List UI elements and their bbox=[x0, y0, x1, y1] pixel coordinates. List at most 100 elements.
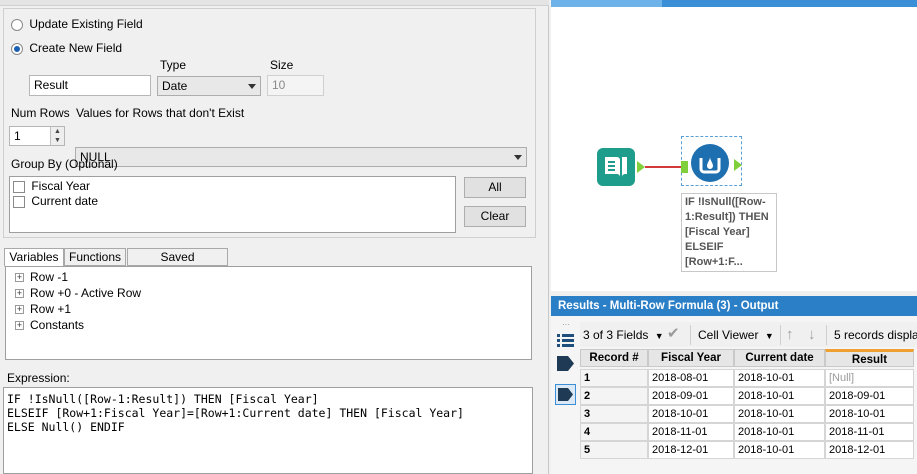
tab-functions[interactable]: Functions bbox=[64, 248, 126, 266]
output-anchor-icon[interactable] bbox=[637, 161, 645, 173]
input-anchor-view-icon[interactable] bbox=[557, 356, 574, 371]
stepper-down-icon[interactable]: ▼ bbox=[51, 136, 64, 145]
output-anchor-icon bbox=[558, 388, 573, 401]
stepper-up-icon[interactable]: ▲ bbox=[51, 127, 64, 136]
table-cell[interactable]: 1 bbox=[580, 369, 648, 387]
type-label: Type bbox=[160, 58, 187, 72]
group-by-item-label: Current date bbox=[31, 194, 99, 208]
table-cell[interactable]: 2018-09-01 bbox=[648, 387, 734, 405]
create-new-radio-row[interactable]: Create New Field bbox=[11, 41, 122, 55]
nonexist-values-select[interactable]: NULL bbox=[75, 147, 527, 167]
num-rows-value: 1 bbox=[14, 129, 21, 143]
current-date-checkbox[interactable] bbox=[13, 195, 25, 208]
table-cell-null[interactable]: [Null] bbox=[825, 369, 914, 387]
clear-button[interactable]: Clear bbox=[464, 206, 526, 227]
sort-up-icon[interactable]: ↑ bbox=[786, 326, 798, 344]
group-by-item-label: Fiscal Year bbox=[31, 179, 91, 193]
apply-check-icon[interactable]: ✔ bbox=[667, 326, 685, 342]
expression-line: ELSE Null() ENDIF bbox=[7, 420, 125, 434]
table-cell[interactable]: 2018-10-01 bbox=[734, 441, 825, 459]
tree-item-constants[interactable]: Constants bbox=[15, 317, 84, 333]
tree-item-label: Row +0 - Active Row bbox=[30, 286, 142, 300]
table-cell[interactable]: 2018-10-01 bbox=[734, 423, 825, 441]
table-cell[interactable]: 2018-08-01 bbox=[648, 369, 734, 387]
tool-annotation: IF !IsNull([Row- 1:Result]) THEN [Fiscal… bbox=[681, 193, 777, 272]
field-type-select[interactable]: Date bbox=[157, 76, 261, 96]
update-existing-radio[interactable] bbox=[11, 18, 23, 31]
list-glyph bbox=[557, 334, 574, 347]
canvas-active-tab[interactable] bbox=[551, 0, 662, 7]
tree-item-label: Row -1 bbox=[30, 270, 69, 284]
group-by-item-current-date[interactable]: Current date bbox=[13, 194, 98, 208]
table-cell[interactable]: 2018-10-01 bbox=[734, 369, 825, 387]
expression-editor[interactable]: IF !IsNull([Row-1:Result]) THEN [Fiscal … bbox=[3, 387, 533, 474]
expand-icon[interactable] bbox=[15, 305, 24, 315]
stepper-buttons[interactable]: ▲ ▼ bbox=[50, 127, 64, 145]
update-existing-label: Update Existing Field bbox=[29, 17, 143, 31]
annotation-line: ELSEIF bbox=[685, 241, 724, 253]
column-header-current-date[interactable]: Current date bbox=[734, 349, 825, 367]
table-cell[interactable]: 2018-12-01 bbox=[825, 441, 914, 459]
fiscal-year-checkbox[interactable] bbox=[13, 180, 25, 193]
config-title-strip bbox=[0, 0, 549, 6]
table-cell[interactable]: 2018-10-01 bbox=[734, 387, 825, 405]
variables-tree: Row -1 Row +0 - Active Row Row +1 Consta… bbox=[5, 266, 532, 360]
multi-row-formula-tool[interactable] bbox=[690, 143, 730, 183]
tab-saved-expressions[interactable]: Saved Expressions bbox=[127, 248, 228, 280]
table-cell[interactable]: 2018-10-01 bbox=[734, 405, 825, 423]
table-cell[interactable]: 2 bbox=[580, 387, 648, 405]
chevron-down-icon bbox=[514, 155, 522, 160]
table-cell[interactable]: 2018-10-01 bbox=[648, 405, 734, 423]
update-existing-radio-row[interactable]: Update Existing Field bbox=[11, 17, 143, 31]
new-field-name-input[interactable]: Result bbox=[29, 75, 151, 96]
table-cell[interactable]: 2018-10-01 bbox=[825, 405, 914, 423]
fields-selector[interactable]: 3 of 3 Fields ▼ bbox=[583, 328, 664, 342]
cell-viewer-selector[interactable]: Cell Viewer ▼ bbox=[698, 328, 774, 342]
output-anchor-icon[interactable] bbox=[734, 159, 742, 171]
records-count-label: 5 records displa bbox=[834, 328, 917, 342]
num-rows-stepper[interactable]: 1 ▲ ▼ bbox=[9, 126, 65, 146]
chevron-down-icon: ▼ bbox=[764, 331, 774, 341]
table-cell[interactable]: 2018-12-01 bbox=[648, 441, 734, 459]
table-cell[interactable]: 3 bbox=[580, 405, 648, 423]
tree-item-label: Constants bbox=[30, 318, 85, 332]
column-header-result[interactable]: Result bbox=[825, 349, 914, 367]
connection-line[interactable] bbox=[645, 166, 685, 168]
results-window-title: Results - Multi-Row Formula (3) - Output bbox=[551, 296, 917, 316]
column-header-fiscal-year[interactable]: Fiscal Year bbox=[648, 349, 734, 367]
sort-down-icon[interactable]: ↓ bbox=[808, 326, 820, 344]
fields-selector-label: 3 of 3 Fields bbox=[583, 328, 649, 342]
book-icon bbox=[597, 148, 635, 186]
table-cell[interactable]: 4 bbox=[580, 423, 648, 441]
annotation-line: 1:Result]) THEN bbox=[685, 211, 769, 223]
drag-handle-icon[interactable]: ⋯ bbox=[562, 321, 572, 329]
expand-icon[interactable] bbox=[15, 321, 24, 331]
table-cell[interactable]: 2018-11-01 bbox=[825, 423, 914, 441]
field-size-input[interactable]: 10 bbox=[267, 75, 324, 96]
table-cell[interactable]: 2018-09-01 bbox=[825, 387, 914, 405]
cell-viewer-label: Cell Viewer bbox=[698, 328, 759, 342]
list-view-icon[interactable] bbox=[557, 333, 574, 349]
create-new-radio[interactable] bbox=[11, 42, 23, 55]
tree-item-row-plus-1[interactable]: Row +1 bbox=[15, 301, 71, 317]
num-rows-label: Num Rows bbox=[11, 106, 70, 120]
tab-variables[interactable]: Variables bbox=[4, 248, 64, 267]
annotation-line: [Row+1:F... bbox=[685, 256, 743, 268]
table-cell[interactable]: 5 bbox=[580, 441, 648, 459]
group-by-list: Fiscal Year Current date bbox=[9, 176, 456, 233]
table-cell[interactable]: 2018-11-01 bbox=[648, 423, 734, 441]
output-anchor-view-button[interactable] bbox=[555, 384, 576, 405]
all-button[interactable]: All bbox=[464, 177, 526, 198]
field-type-value: Date bbox=[162, 79, 188, 93]
expand-icon[interactable] bbox=[15, 289, 24, 299]
chevron-down-icon bbox=[248, 84, 256, 89]
tree-item-active-row[interactable]: Row +0 - Active Row bbox=[15, 285, 141, 301]
toolbar-divider bbox=[826, 325, 827, 345]
configuration-panel: Update Existing Field Create New Field T… bbox=[0, 0, 549, 474]
input-data-tool[interactable] bbox=[597, 148, 635, 186]
input-anchor-icon[interactable] bbox=[681, 161, 688, 173]
group-by-item-fiscal-year[interactable]: Fiscal Year bbox=[13, 179, 90, 193]
expand-icon[interactable] bbox=[15, 273, 24, 283]
column-header-record[interactable]: Record # bbox=[580, 349, 648, 367]
tree-item-row-minus-1[interactable]: Row -1 bbox=[15, 269, 68, 285]
